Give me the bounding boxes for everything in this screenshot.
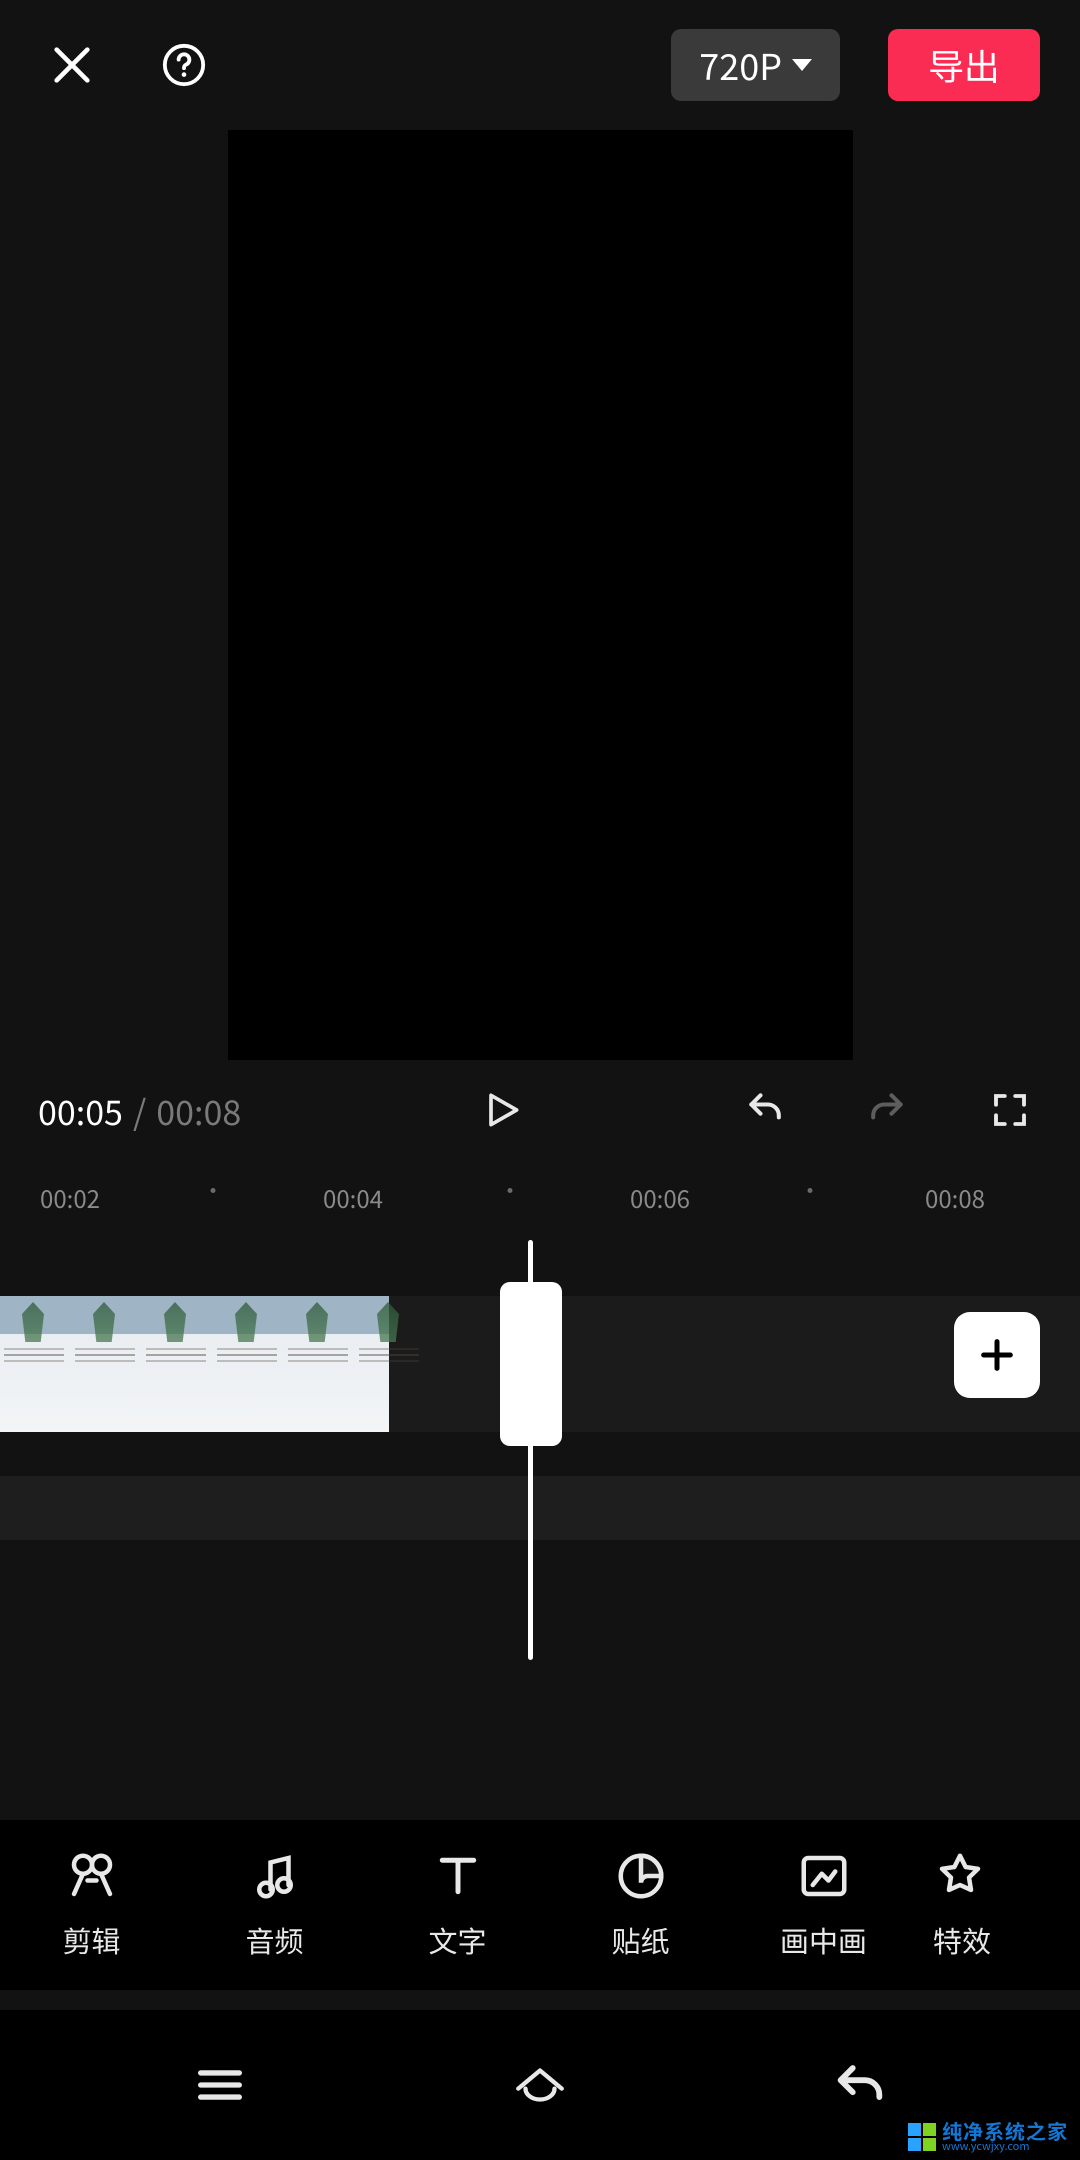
- home-icon: [511, 2056, 569, 2114]
- chevron-down-icon: [792, 59, 812, 71]
- ruler-minor-tick: [211, 1188, 216, 1193]
- ruler-tick: 00:08: [925, 1180, 985, 1215]
- bottom-toolbar: 剪辑 音频 文字 贴纸 画中画 特效: [0, 1820, 1080, 1990]
- tool-label: 画中画: [780, 1919, 867, 1961]
- tool-sticker[interactable]: 贴纸: [549, 1849, 732, 1961]
- top-bar: 720P 导出: [0, 0, 1080, 130]
- tool-edit[interactable]: 剪辑: [0, 1849, 183, 1961]
- tool-label: 音频: [245, 1919, 303, 1961]
- ruler-minor-tick: [508, 1188, 513, 1193]
- ruler-tick: 00:06: [630, 1180, 690, 1215]
- timeline-ruler[interactable]: 00:02 00:04 00:06 00:08: [0, 1170, 1080, 1218]
- clip-thumbnail[interactable]: [355, 1296, 389, 1432]
- close-button[interactable]: [40, 33, 104, 97]
- playback-control-bar: 00:05 / 00:08: [0, 1060, 1080, 1160]
- tool-pip[interactable]: 画中画: [732, 1849, 915, 1961]
- help-icon: [161, 42, 207, 88]
- fullscreen-button[interactable]: [978, 1078, 1042, 1142]
- ruler-minor-tick: [808, 1188, 813, 1193]
- tool-effect[interactable]: 特效: [915, 1849, 1023, 1961]
- clip-thumbnail[interactable]: [284, 1296, 355, 1432]
- tool-label: 剪辑: [62, 1919, 120, 1961]
- play-button[interactable]: [470, 1078, 534, 1142]
- play-icon: [480, 1088, 524, 1132]
- add-clip-button[interactable]: [954, 1312, 1040, 1398]
- fullscreen-icon: [989, 1089, 1031, 1131]
- time-display: 00:05 / 00:08: [38, 1086, 241, 1135]
- nav-back-button[interactable]: [828, 2053, 892, 2117]
- effect-icon: [933, 1849, 987, 1903]
- ruler-tick: 00:04: [323, 1180, 383, 1215]
- redo-button[interactable]: [854, 1078, 918, 1142]
- audio-track[interactable]: [0, 1476, 1080, 1540]
- back-icon: [831, 2056, 889, 2114]
- watermark: 纯净系统之家 www.ycwjxy.com: [904, 2119, 1072, 2154]
- tool-text[interactable]: 文字: [366, 1849, 549, 1961]
- tool-label: 贴纸: [611, 1919, 669, 1961]
- export-button[interactable]: 导出: [888, 29, 1040, 101]
- plus-icon: [977, 1335, 1017, 1375]
- tool-label: 文字: [428, 1919, 486, 1961]
- menu-icon: [191, 2056, 249, 2114]
- timeline[interactable]: [0, 1240, 1080, 1660]
- nav-home-button[interactable]: [508, 2053, 572, 2117]
- resolution-dropdown[interactable]: 720P: [671, 29, 840, 101]
- current-time: 00:05: [38, 1086, 123, 1135]
- watermark-url: www.ycwjxy.com: [942, 2141, 1068, 2152]
- undo-button[interactable]: [734, 1078, 798, 1142]
- clip-thumbnail[interactable]: [0, 1296, 71, 1432]
- clip-thumbnail[interactable]: [213, 1296, 284, 1432]
- sticker-icon: [614, 1849, 668, 1903]
- total-time: 00:08: [156, 1086, 241, 1135]
- help-button[interactable]: [152, 33, 216, 97]
- edit-icon: [65, 1849, 119, 1903]
- resolution-label: 720P: [699, 39, 782, 91]
- tool-label: 特效: [933, 1919, 991, 1961]
- pip-icon: [797, 1849, 851, 1903]
- redo-icon: [864, 1088, 908, 1132]
- ruler-tick: 00:02: [40, 1180, 100, 1215]
- playhead[interactable]: [528, 1240, 533, 1660]
- close-icon: [49, 42, 95, 88]
- clip-thumbnail[interactable]: [142, 1296, 213, 1432]
- tool-audio[interactable]: 音频: [183, 1849, 366, 1961]
- video-preview[interactable]: [228, 130, 853, 1060]
- export-label: 导出: [928, 39, 1000, 91]
- clip-thumbnail[interactable]: [71, 1296, 142, 1432]
- text-icon: [431, 1849, 485, 1903]
- watermark-logo-icon: [908, 2123, 936, 2151]
- nav-menu-button[interactable]: [188, 2053, 252, 2117]
- undo-icon: [744, 1088, 788, 1132]
- time-separator: /: [133, 1086, 146, 1135]
- audio-icon: [248, 1849, 302, 1903]
